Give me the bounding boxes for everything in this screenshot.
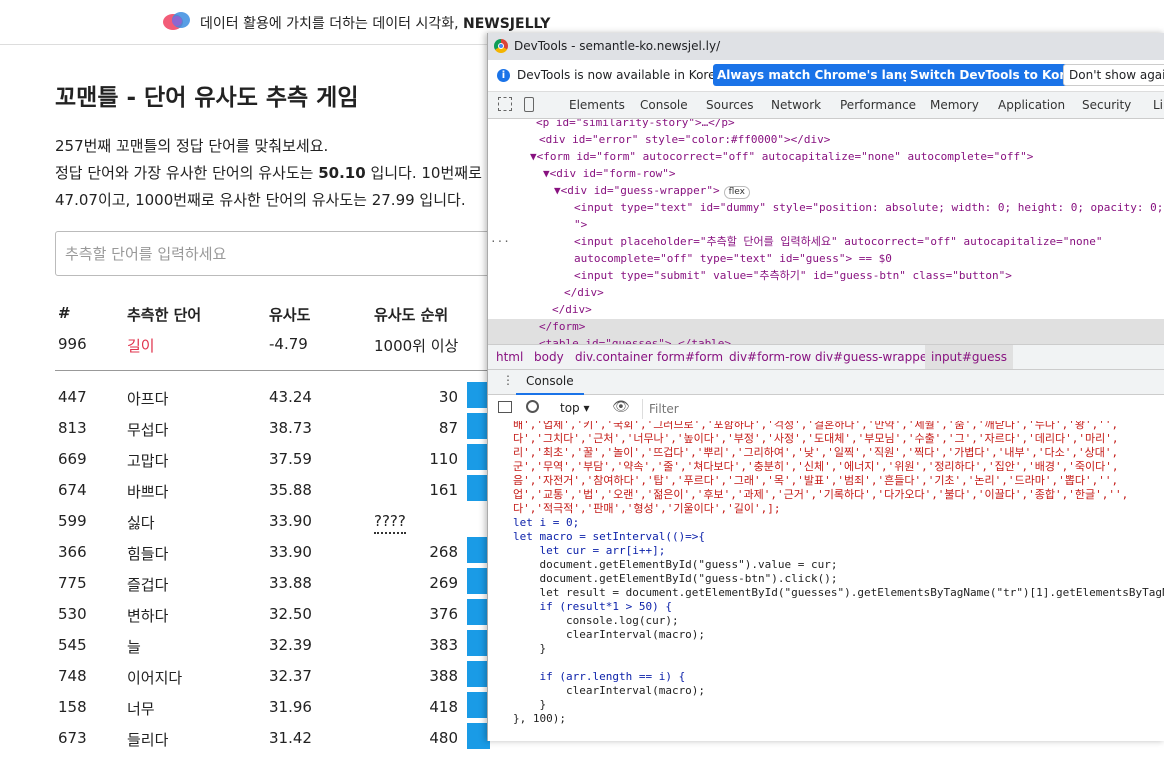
breadcrumb-item-active[interactable]: input#guess xyxy=(925,345,1014,369)
tab-elements[interactable]: Elements xyxy=(569,98,625,112)
table-row: 530 변하다 32.50 376 xyxy=(0,599,490,636)
tab-performance[interactable]: Performance xyxy=(840,98,916,112)
devtools-window: DevTools - semantle-ko.newsjel.ly/ i Dev… xyxy=(487,33,1164,741)
elements-panel: <p id="similarity-story">…</p> <div id="… xyxy=(488,119,1164,344)
breadcrumb-item[interactable]: div#guess-wrapper xyxy=(815,350,932,364)
table-row: 775 즐겁다 33.88 269 xyxy=(0,568,490,605)
dom-node[interactable]: <input type="submit" value="추측하기" id="gu… xyxy=(574,267,1012,284)
live-expression-eye-icon[interactable]: 👁 xyxy=(612,399,630,415)
breadcrumb: html body div.container form#form div#fo… xyxy=(488,344,1164,370)
dom-node[interactable]: ▼<div id="form-row"> xyxy=(543,165,675,182)
game-intro: 257번째 꼬맨틀의 정답 단어를 맞춰보세요. 정답 단어와 가장 유사한 단… xyxy=(55,137,482,209)
context-selector[interactable]: top ▾ xyxy=(560,401,590,415)
dom-node[interactable]: <table id="guesses">…</table> xyxy=(539,335,731,344)
dom-node[interactable]: </div> xyxy=(552,301,592,318)
console-output[interactable]: 배','업체','키','국회','그러므로','포함하다','걱정','결혼하… xyxy=(488,421,1164,741)
table-row: 813 무섭다 38.73 87 xyxy=(0,413,490,450)
brand-tagline: 데이터 활용에 가치를 더하는 데이터 시각화, NEWSJELLY xyxy=(200,16,551,32)
drawer-menu-icon[interactable]: ⋮ xyxy=(502,373,514,387)
dom-node[interactable]: </form> xyxy=(539,318,585,335)
devtools-window-title: DevTools - semantle-ko.newsjel.ly/ xyxy=(514,39,721,53)
table-row: 669 고맙다 37.59 110 xyxy=(0,444,490,481)
node-ellipsis-icon[interactable]: ··· xyxy=(490,233,510,250)
console-drawer-tabbar: ⋮ Console xyxy=(488,370,1164,395)
latest-guess-row: 996 길이 -4.79 1000위 이상 xyxy=(58,335,459,355)
page-title: 꼬맨틀 - 단어 유사도 추측 게임 xyxy=(55,85,359,111)
breadcrumb-item[interactable]: form#form xyxy=(657,350,723,364)
table-row: 366 힘들다 33.90 268 xyxy=(0,537,490,574)
console-filter-input[interactable] xyxy=(642,399,851,419)
table-divider xyxy=(55,370,495,371)
info-icon: i xyxy=(497,69,510,82)
tab-memory[interactable]: Memory xyxy=(930,98,979,112)
brand-name: NEWSJELLY xyxy=(463,16,551,32)
flex-badge[interactable]: flex xyxy=(723,186,750,199)
table-row: 673 들리다 31.42 480 xyxy=(0,723,490,760)
table-row: 748 이어지다 32.37 388 xyxy=(0,661,490,698)
device-toolbar-icon[interactable] xyxy=(524,97,534,112)
tab-sources[interactable]: Sources xyxy=(706,98,753,112)
dom-node[interactable]: <div id="error" style="color:#ff0000"></… xyxy=(539,131,830,148)
newsjelly-logo-icon xyxy=(163,12,190,30)
selected-dom-node[interactable]: <input placeholder="추측할 단어를 입력하세요" autoc… xyxy=(574,233,1103,250)
table-row: 599 싫다 33.90???? xyxy=(58,512,406,534)
selected-dom-node-continuation: autocomplete="off" type="text" id="guess… xyxy=(574,252,892,265)
dom-node[interactable]: ▼<form id="form" autocorrect="off" autoc… xyxy=(530,148,1033,165)
devtools-titlebar[interactable]: DevTools - semantle-ko.newsjel.ly/ xyxy=(488,33,1164,60)
dont-show-again-button[interactable]: Don't show again xyxy=(1063,64,1164,86)
inspect-element-icon[interactable] xyxy=(498,97,512,111)
tab-application[interactable]: Application xyxy=(998,98,1065,112)
col-header-num: # xyxy=(58,304,71,322)
guess-input[interactable] xyxy=(55,231,495,276)
breadcrumb-item[interactable]: div.container xyxy=(575,350,653,364)
clear-console-icon[interactable] xyxy=(526,400,539,413)
dom-node[interactable]: <input type="text" id="dummy" style="pos… xyxy=(574,199,1163,216)
devtools-tabbar: Elements Console Sources Network Perform… xyxy=(488,92,1164,119)
col-header-rank: 유사도 순위 xyxy=(374,306,449,324)
tab-security[interactable]: Security xyxy=(1082,98,1131,112)
col-header-word: 추측한 단어 xyxy=(127,306,202,324)
table-row: 158 너무 31.96 418 xyxy=(0,692,490,729)
breadcrumb-item[interactable]: html xyxy=(496,350,523,364)
dom-node[interactable]: ▼<div id="guess-wrapper"> flex xyxy=(554,182,750,199)
table-row: 674 바쁘다 35.88 161 xyxy=(0,475,490,512)
dom-node[interactable]: </div> xyxy=(564,284,604,301)
table-row: 545 늘 32.39 383 xyxy=(0,630,490,667)
dropdown-arrow-icon: ▾ xyxy=(583,401,590,415)
console-toolbar: top ▾ 👁 xyxy=(488,395,1164,422)
breadcrumb-item[interactable]: body xyxy=(534,350,564,364)
dom-node-continuation: "> xyxy=(574,218,588,231)
infobar-text: DevTools is now available in Korean! xyxy=(517,68,736,82)
tab-network[interactable]: Network xyxy=(771,98,821,112)
chrome-icon xyxy=(494,39,508,53)
sidebar-toggle-icon[interactable] xyxy=(498,401,512,413)
dom-node[interactable]: <p id="similarity-story">…</p> xyxy=(536,119,735,131)
breadcrumb-item[interactable]: div#form-row xyxy=(729,350,811,364)
language-infobar: i DevTools is now available in Korean! A… xyxy=(488,60,1164,92)
tab-more[interactable]: Li xyxy=(1153,98,1163,112)
col-header-similarity: 유사도 xyxy=(269,306,311,324)
table-row: 447 아프다 43.24 30 xyxy=(0,382,490,419)
tab-console-drawer[interactable]: Console xyxy=(516,370,584,395)
hidden-rank[interactable]: ???? xyxy=(374,512,406,534)
tab-console[interactable]: Console xyxy=(640,98,688,112)
